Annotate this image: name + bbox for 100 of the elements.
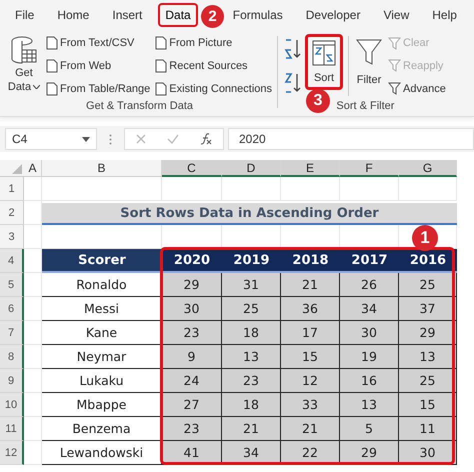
row-header[interactable]: 6 — [0, 297, 24, 321]
table-cell: 29 — [162, 273, 222, 297]
filter-button[interactable]: Filter — [354, 32, 384, 100]
grid-cell — [340, 177, 399, 201]
table-cell: 21 — [281, 273, 340, 297]
table-cell: 19 — [340, 345, 399, 369]
ribbon-command[interactable]: Recent Sources — [154, 58, 274, 74]
row-header[interactable]: 10 — [0, 393, 24, 417]
row-header[interactable]: 3 — [0, 225, 24, 249]
ribbon-tab[interactable]: File — [8, 3, 42, 27]
table-cell: 26 — [340, 273, 399, 297]
grid-cell — [222, 177, 281, 201]
ribbon-tab[interactable]: View — [376, 3, 416, 27]
table-cell: 17 — [281, 321, 340, 345]
column-header[interactable]: E — [281, 160, 340, 177]
funnel-icon — [388, 82, 402, 96]
name-box[interactable]: C4 — [5, 128, 97, 150]
database-icon — [10, 36, 38, 66]
ribbon-command[interactable]: From Table/Range — [45, 80, 152, 97]
table-cell: 30 — [162, 297, 222, 321]
table-header-cell: Scorer — [42, 249, 162, 273]
table-cell: 29 — [399, 321, 457, 345]
row-header[interactable]: 2 — [0, 201, 24, 225]
checkmark-icon[interactable] — [166, 134, 179, 144]
row-header[interactable]: 9 — [0, 369, 24, 393]
table-header-cell: 2018 — [281, 249, 340, 273]
ribbon-command[interactable]: From Text/CSV — [45, 35, 152, 52]
group-label: Get & Transform Data — [85, 100, 194, 112]
table-cell: 18 — [222, 321, 281, 345]
document-icon — [155, 58, 168, 73]
document-icon — [46, 36, 58, 50]
row-header[interactable]: 11 — [0, 417, 24, 441]
document-icon — [155, 36, 168, 50]
table-cell: 23 — [162, 321, 222, 345]
sort-button[interactable]: Sort — [305, 34, 344, 90]
ribbon-command[interactable]: Existing Connections — [154, 80, 274, 97]
table-cell: 13 — [340, 393, 399, 417]
sort-descending-icon[interactable] — [284, 72, 302, 94]
table-cell: 30 — [340, 321, 399, 345]
table-cell: 21 — [222, 417, 281, 441]
column-header[interactable]: A — [24, 160, 42, 177]
step-number-badge: 1 — [412, 225, 438, 251]
table-cell: 21 — [281, 417, 340, 441]
column-header[interactable]: F — [340, 160, 399, 177]
function-icon[interactable] — [200, 133, 212, 145]
table-cell: 27 — [162, 393, 222, 417]
table-cell: 16 — [340, 369, 399, 393]
column-header[interactable]: C — [162, 160, 222, 177]
ribbon-tab[interactable]: Data — [158, 3, 198, 27]
ribbon-command[interactable]: Advance — [387, 81, 447, 96]
get-data-button[interactable]: Get Data — [6, 32, 42, 100]
grid-cell — [24, 225, 42, 249]
table-cell: 23 — [162, 417, 222, 441]
table-cell: 25 — [399, 273, 457, 297]
row-header[interactable]: 8 — [0, 345, 24, 369]
table-cell: 23 — [222, 369, 281, 393]
funnel-icon — [356, 38, 382, 66]
grip-icon — [109, 134, 112, 144]
table-cell: 36 — [281, 297, 340, 321]
column-header[interactable]: B — [42, 160, 162, 177]
row-header[interactable]: 1 — [0, 177, 24, 201]
row-header[interactable]: 7 — [0, 321, 24, 345]
sort-ascending-icon[interactable] — [284, 38, 302, 60]
formula-field[interactable]: 2020 — [228, 128, 474, 150]
row-header[interactable]: 4 — [0, 249, 24, 273]
table-cell: 33 — [281, 393, 340, 417]
row-header[interactable]: 12 — [0, 441, 24, 465]
ribbon-tab[interactable]: Insert — [105, 3, 150, 27]
table-cell: 13 — [222, 345, 281, 369]
grid-cell — [162, 177, 222, 201]
table-cell: 5 — [340, 417, 399, 441]
sheet-title: Sort Rows Data in Ascending Order — [42, 203, 457, 225]
ribbon-tab[interactable]: Developer — [298, 3, 368, 27]
row-header[interactable]: 5 — [0, 273, 24, 297]
table-header-cell: 2017 — [340, 249, 399, 273]
ribbon-command[interactable]: From Web — [45, 58, 152, 74]
table-header-cell: 2019 — [222, 249, 281, 273]
ribbon-command[interactable]: From Picture — [154, 35, 274, 52]
table-cell: 9 — [162, 345, 222, 369]
column-header[interactable]: G — [399, 160, 457, 177]
table-cell: 12 — [281, 369, 340, 393]
table-cell: 31 — [222, 273, 281, 297]
table-cell: 13 — [399, 345, 457, 369]
table-cell: 15 — [281, 345, 340, 369]
funnel-icon — [388, 36, 402, 50]
sort-icon — [312, 40, 336, 66]
ribbon-tab[interactable]: Formulas — [226, 3, 290, 27]
table-cell: 25 — [399, 369, 457, 393]
table-cell: 25 — [222, 297, 281, 321]
table-cell: 24 — [162, 369, 222, 393]
grid-cell — [399, 177, 457, 201]
table-cell: 34 — [340, 297, 399, 321]
ribbon-tab[interactable]: Help — [425, 3, 464, 27]
table-cell: 11 — [399, 417, 457, 441]
table-cell: 15 — [399, 393, 457, 417]
ribbon-tab[interactable]: Home — [50, 3, 96, 27]
dropdown-caret-icon — [82, 136, 90, 142]
column-header[interactable]: D — [222, 160, 281, 177]
group-label: Sort & Filter — [335, 100, 396, 112]
table-header-cell: 2020 — [162, 249, 222, 273]
